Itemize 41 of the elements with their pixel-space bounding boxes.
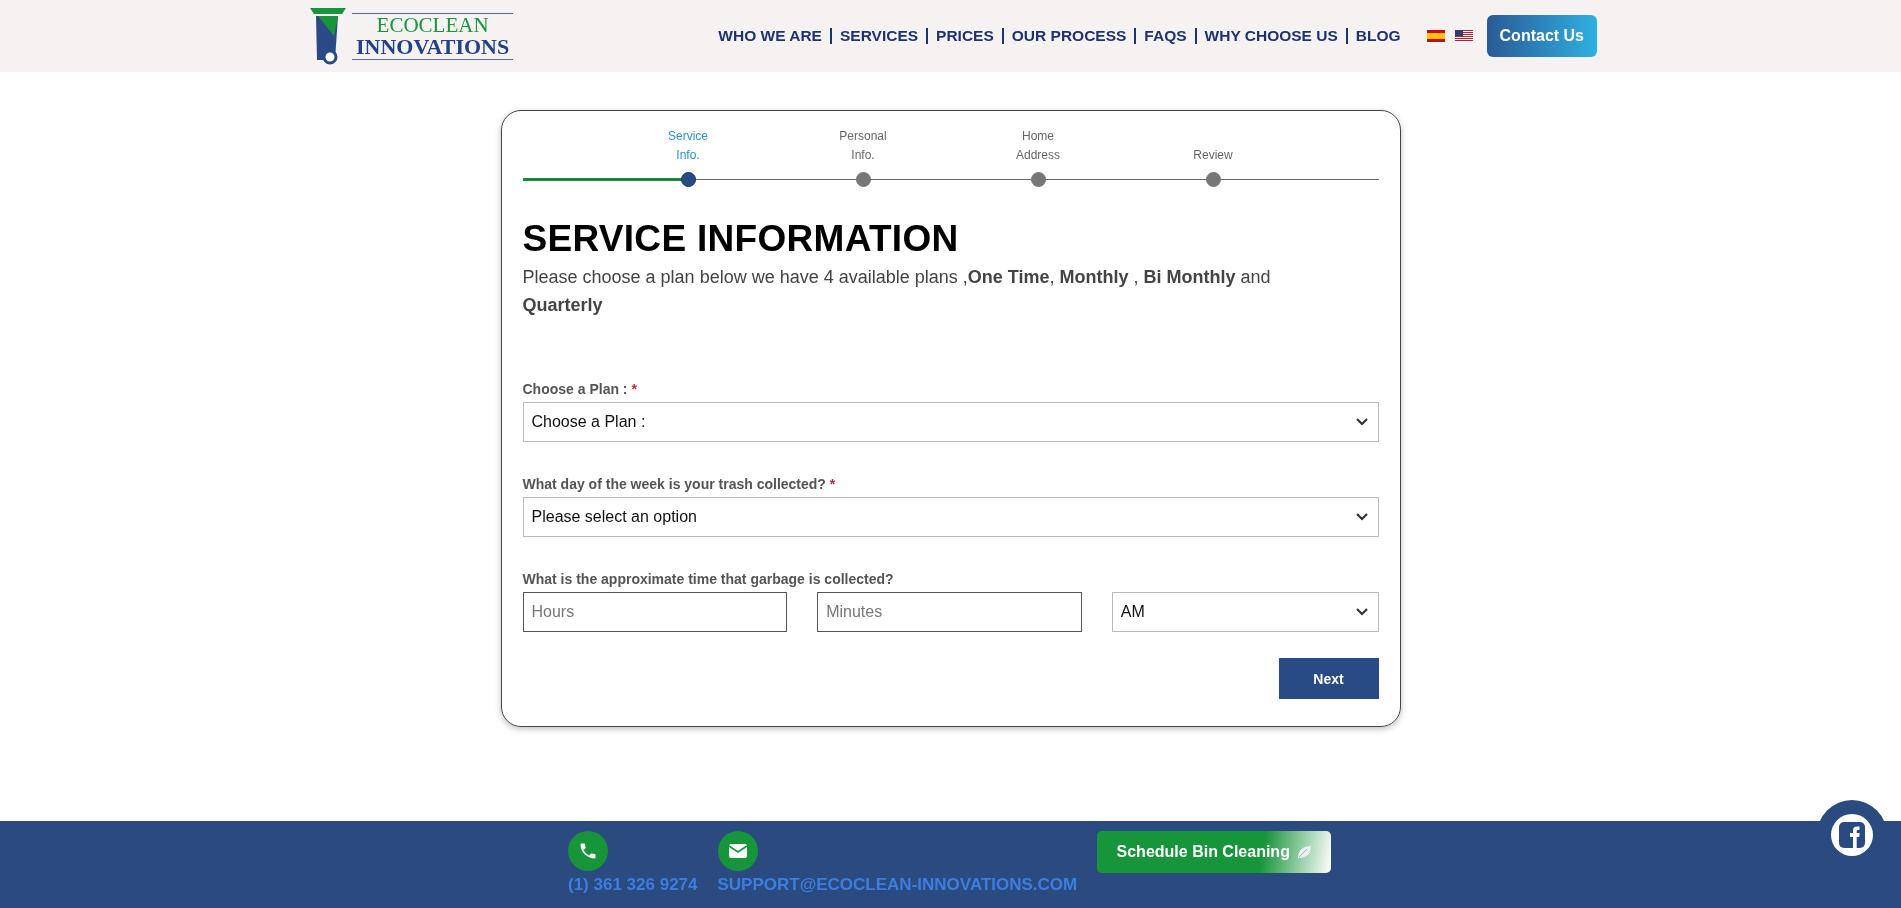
schedule-button[interactable]: Schedule Bin Cleaning — [1097, 831, 1332, 873]
leaf-icon — [1295, 844, 1312, 860]
intro-text: Please choose a plan below we have 4 available plans ,One Time, Monthly , Bi Monthly and Quarterly — [522, 266, 1272, 317]
step-dot[interactable] — [1030, 172, 1046, 187]
hours-field[interactable]: Hours — [522, 592, 788, 632]
next-button[interactable]: Next — [1278, 658, 1379, 699]
step-dot[interactable] — [680, 172, 696, 187]
page-heading: SERVICE INFORMATION — [522, 219, 960, 259]
step-label[interactable]: Home Address — [1005, 125, 1071, 165]
trash-bin-icon — [308, 6, 348, 66]
minutes-field[interactable]: Minutes — [817, 592, 1082, 632]
chevron-down-icon — [1355, 418, 1368, 426]
facebook-icon — [1839, 822, 1865, 848]
select-field[interactable]: Choose a Plan : — [522, 402, 1379, 442]
email-icon[interactable] — [717, 831, 758, 871]
nav-link[interactable]: SERVICES — [829, 28, 927, 44]
step-dot[interactable] — [1205, 172, 1221, 187]
usa-flag-icon[interactable] — [1454, 30, 1473, 42]
select-field[interactable]: Please select an option — [522, 497, 1379, 537]
logo-text[interactable]: ECOCLEAN INNOVATIONS — [352, 12, 514, 60]
step-label[interactable]: Personal Info. — [830, 125, 896, 165]
required-mark: * — [631, 381, 637, 397]
chevron-down-icon — [1355, 608, 1368, 616]
step-label[interactable]: Review — [1180, 125, 1246, 165]
step-label[interactable]: Service Info. — [655, 125, 721, 165]
chevron-down-icon — [1355, 513, 1368, 521]
field-label: Choose a Plan : * — [522, 381, 638, 397]
required-mark: * — [829, 476, 836, 492]
field-label: What day of the week is your trash collected? * — [522, 476, 837, 492]
nav-link[interactable]: WHY CHOOSE US — [1194, 28, 1346, 44]
nav-link[interactable]: FAQS — [1134, 28, 1195, 44]
nav-link[interactable]: WHO WE ARE — [710, 28, 830, 44]
contact-us-button[interactable]: Contact Us — [1486, 15, 1597, 57]
field-label: What is the approximate time that garbage is collected? — [522, 571, 895, 587]
phone-icon[interactable] — [568, 831, 608, 871]
spain-flag-icon[interactable] — [1426, 30, 1445, 42]
step-dot[interactable] — [855, 172, 871, 187]
nav-link[interactable]: BLOG — [1345, 28, 1409, 44]
nav-link[interactable]: OUR PROCESS — [1001, 28, 1135, 44]
nav-link[interactable]: PRICES — [926, 28, 1002, 44]
period-select[interactable]: AM — [1111, 592, 1379, 632]
